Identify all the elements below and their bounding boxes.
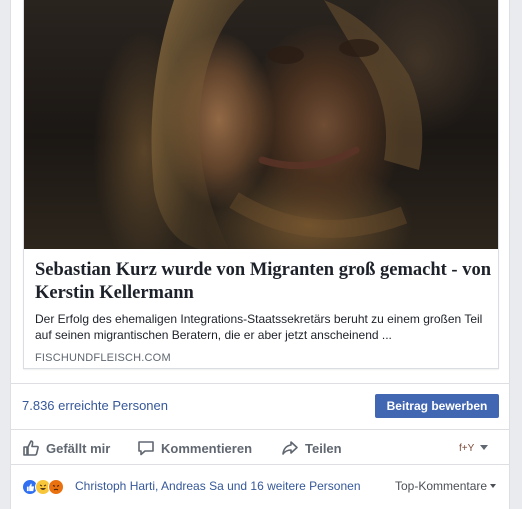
angry-icon [48, 479, 64, 495]
link-domain: FISCHUNDFLEISCH.COM [35, 352, 171, 364]
link-preview-image[interactable] [24, 0, 498, 249]
comment-sort-dropdown[interactable]: Top-Kommentare [395, 479, 497, 493]
post-card: Sebastian Kurz wurde von Migranten groß … [10, 0, 510, 509]
share-button[interactable]: Teilen [281, 439, 342, 457]
like-button[interactable]: Gefällt mir [22, 439, 110, 457]
thumbs-up-icon [23, 440, 39, 456]
page-avatar-icon: f+Y [459, 443, 475, 454]
share-label: Teilen [305, 440, 342, 456]
reactions-row: Christoph Harti, Andreas Sa und 16 weite… [11, 465, 509, 509]
chevron-down-icon [490, 484, 497, 488]
link-title[interactable]: Sebastian Kurz wurde von Migranten groß … [35, 259, 491, 305]
share-icon [282, 441, 298, 455]
reaction-icons[interactable] [22, 479, 64, 495]
chevron-down-icon [480, 444, 488, 450]
boost-post-button[interactable]: Beitrag bewerben [375, 394, 499, 418]
reach-count-link[interactable]: 7.836 erreichte Personen [22, 398, 168, 413]
post-actions: Gefällt mir Kommentieren Teilen f+Y [11, 430, 509, 464]
comment-label: Kommentieren [161, 440, 253, 456]
comment-button[interactable]: Kommentieren [137, 439, 252, 457]
post-as-selector[interactable]: f+Y [459, 440, 488, 454]
comment-icon [138, 441, 154, 456]
link-preview[interactable]: Sebastian Kurz wurde von Migranten groß … [23, 0, 499, 369]
sort-label: Top-Kommentare [395, 479, 488, 493]
reach-row: 7.836 erreichte Personen Beitrag bewerbe… [11, 384, 509, 428]
portrait-photo [151, 0, 423, 249]
link-preview-text[interactable]: Sebastian Kurz wurde von Migranten groß … [35, 259, 491, 364]
link-description: Der Erfolg des ehemaligen Integrations-S… [35, 312, 483, 342]
like-label: Gefällt mir [46, 440, 111, 456]
svg-text:f+Y: f+Y [459, 443, 475, 454]
reaction-summary[interactable]: Christoph Harti, Andreas Sa und 16 weite… [75, 479, 361, 493]
